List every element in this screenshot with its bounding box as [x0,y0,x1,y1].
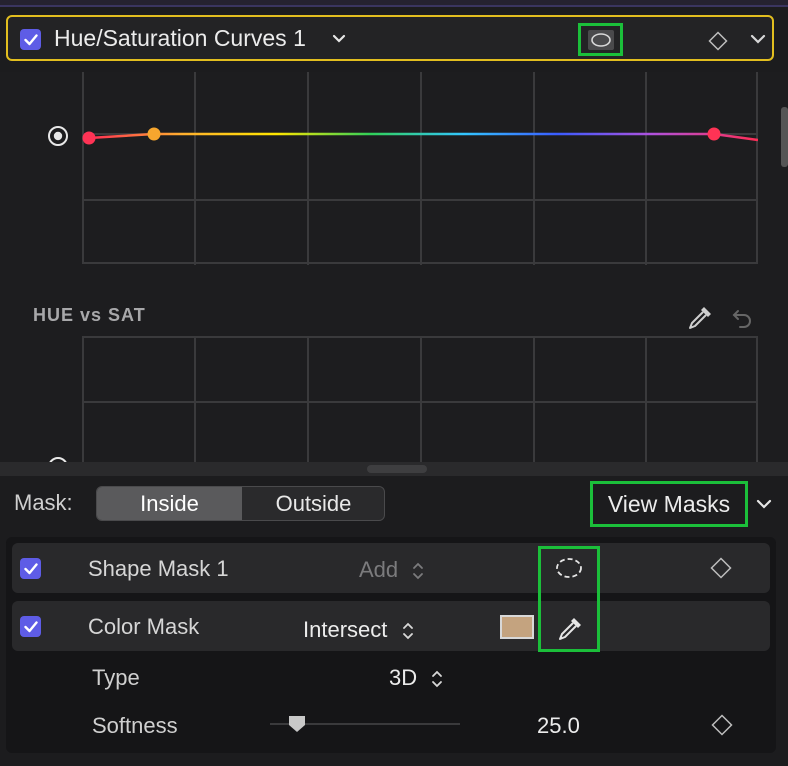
keyframe-diamond-icon[interactable] [711,714,733,741]
curve-point[interactable] [147,127,161,141]
type-label: Type [92,665,140,690]
eyedropper-icon[interactable] [556,615,584,648]
effect-enable-checkbox[interactable] [20,29,41,50]
mask-shape-button[interactable] [578,23,623,56]
mask-operation-select[interactable]: Add [359,557,424,583]
chevron-down-icon[interactable] [756,497,772,515]
keyframe-diamond-icon[interactable] [708,31,728,56]
section-label: HUE vs SAT [33,305,146,325]
mask-enable-checkbox[interactable] [20,616,41,637]
softness-label: Softness [92,713,178,738]
curves-panel: HUE vs SAT [0,72,788,462]
hue-vs-hue-graph[interactable] [82,72,758,265]
mask-operation-select[interactable]: Intersect [303,617,414,643]
inside-button[interactable]: Inside [97,487,242,520]
view-masks-button[interactable]: View Masks [590,481,748,527]
panel-divider[interactable] [0,462,788,476]
operation-value: Intersect [303,617,388,642]
mask-enable-checkbox[interactable] [20,558,41,579]
softness-slider-knob[interactable] [287,714,307,739]
updown-chevron-icon [432,670,443,688]
softness-value[interactable]: 25.0 [537,713,580,739]
radio-target-icon[interactable] [47,125,69,152]
effect-header: Hue/Saturation Curves 1 [6,15,774,61]
curve-point[interactable] [707,127,721,141]
type-value: 3D [389,665,418,690]
reset-icon[interactable] [731,306,753,333]
resize-handle[interactable] [367,465,427,473]
keyframe-diamond-icon[interactable] [710,557,732,584]
eyedropper-icon[interactable] [686,304,714,337]
mask-name: Color Mask [88,614,200,639]
curve-point[interactable] [82,131,96,145]
mask-row-color[interactable]: Color Mask Intersect [12,601,770,651]
scrollbar[interactable] [781,107,788,167]
color-swatch[interactable] [500,615,534,639]
type-select[interactable]: 3D [389,665,443,691]
top-edge [0,0,788,7]
operation-value: Add [359,557,399,582]
outside-button[interactable]: Outside [243,487,384,520]
collapse-chevron-icon[interactable] [750,32,766,50]
mask-name: Shape Mask 1 [88,556,229,581]
updown-chevron-icon [413,562,424,580]
effect-title[interactable]: Hue/Saturation Curves 1 [54,25,306,52]
mask-label: Mask: [14,490,73,515]
chevron-down-icon[interactable] [332,31,346,49]
mask-row-shape[interactable]: Shape Mask 1 Add [12,543,770,593]
hue-vs-sat-graph[interactable] [82,336,758,462]
shape-mask-icon[interactable] [555,556,583,585]
mask-segmented-control: Inside Outside [96,486,385,521]
mask-shape-icon [588,30,614,50]
updown-chevron-icon [402,622,413,640]
